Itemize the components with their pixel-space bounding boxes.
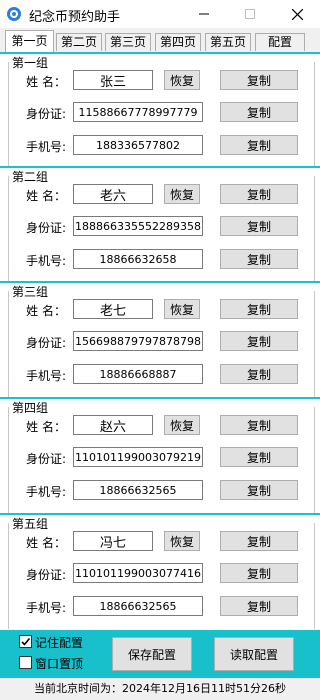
phone-field[interactable]: 188336577802 xyxy=(73,135,203,155)
id-field[interactable]: 110101199003079219 xyxy=(73,447,203,467)
footer-bar: 记住配置 窗口置顶 保存配置 读取配置 xyxy=(0,630,320,678)
maximize-button[interactable] xyxy=(227,0,273,28)
name-label: 姓 名： xyxy=(26,189,66,203)
tab-bar: 第一页 第二页 第三页 第四页 第五页 配置 xyxy=(0,28,320,52)
group-title: 第二组 xyxy=(12,170,49,184)
window-ontop-checkbox[interactable] xyxy=(19,656,32,669)
restore-button[interactable]: 恢复 xyxy=(164,415,200,435)
id-label: 身份证: xyxy=(25,336,66,350)
phone-label: 手机号: xyxy=(25,140,66,154)
name-label: 姓 名： xyxy=(26,304,66,318)
phone-label: 手机号: xyxy=(25,601,66,615)
copy-name-button[interactable]: 复制 xyxy=(220,531,298,551)
name-label: 姓 名： xyxy=(26,75,66,89)
id-field[interactable]: 156698879797878798 xyxy=(73,331,203,351)
name-label: 姓 名： xyxy=(26,536,66,550)
phone-label: 手机号: xyxy=(25,485,66,499)
copy-phone-button[interactable]: 复制 xyxy=(220,480,298,500)
tab-config[interactable]: 配置 xyxy=(255,33,305,51)
name-field[interactable]: 老六 xyxy=(73,184,153,204)
phone-field[interactable]: 18866632565 xyxy=(73,596,203,616)
group-5: 第五组 姓 名： 冯七 恢复 复制 身份证: 11010119900307741… xyxy=(0,513,320,629)
restore-button[interactable]: 恢复 xyxy=(164,184,200,204)
tab-page-3[interactable]: 第三页 xyxy=(105,33,151,51)
copy-id-button[interactable]: 复制 xyxy=(220,102,298,122)
close-button[interactable] xyxy=(274,0,320,28)
restore-button[interactable]: 恢复 xyxy=(164,299,200,319)
group-title: 第一组 xyxy=(12,56,49,70)
id-label: 身份证: xyxy=(25,452,66,466)
beijing-time-text: 当前北京时间为：2024年12月16日11时51分26秒 xyxy=(34,682,286,695)
status-bar: 当前北京时间为：2024年12月16日11时51分26秒 xyxy=(0,678,320,700)
copy-name-button[interactable]: 复制 xyxy=(220,70,298,90)
checkmark-icon xyxy=(21,637,31,646)
copy-name-button[interactable]: 复制 xyxy=(220,184,298,204)
load-config-button[interactable]: 读取配置 xyxy=(214,637,294,671)
window-ontop-label: 窗口置顶 xyxy=(35,657,84,671)
copy-id-button[interactable]: 复制 xyxy=(220,563,298,583)
group-4: 第四组 姓 名： 赵六 恢复 复制 身份证: 11010119900307921… xyxy=(0,397,320,513)
phone-field[interactable]: 18886668887 xyxy=(73,364,203,384)
copy-id-button[interactable]: 复制 xyxy=(220,216,298,236)
id-label: 身份证: xyxy=(25,221,66,235)
group-title: 第五组 xyxy=(12,517,49,531)
save-config-button[interactable]: 保存配置 xyxy=(112,637,192,671)
id-label: 身份证: xyxy=(25,107,66,121)
phone-label: 手机号: xyxy=(25,369,66,383)
tab-page-5[interactable]: 第五页 xyxy=(205,33,251,51)
id-field[interactable]: 110101199003077416 xyxy=(73,563,203,583)
tab-page-2[interactable]: 第二页 xyxy=(56,33,102,51)
tab-page-1[interactable]: 第一页 xyxy=(5,30,54,52)
minimize-button[interactable] xyxy=(181,0,227,28)
name-field[interactable]: 老七 xyxy=(73,299,153,319)
tab-page-4[interactable]: 第四页 xyxy=(155,33,201,51)
maximize-icon xyxy=(245,9,255,19)
copy-phone-button[interactable]: 复制 xyxy=(220,596,298,616)
app-icon xyxy=(7,7,21,21)
title-bar: 纪念币预约助手 xyxy=(0,0,320,28)
group-title: 第四组 xyxy=(12,401,49,415)
copy-name-button[interactable]: 复制 xyxy=(220,299,298,319)
id-label: 身份证: xyxy=(25,568,66,582)
group-2: 第二组 姓 名： 老六 恢复 复制 身份证: 18886633555228935… xyxy=(0,166,320,282)
remember-config-label: 记住配置 xyxy=(35,636,84,650)
window-title: 纪念币预约助手 xyxy=(29,10,121,25)
copy-phone-button[interactable]: 复制 xyxy=(220,135,298,155)
group-1: 第一组 姓 名： 张三 恢复 复制 身份证: 11588667778997779… xyxy=(0,52,320,168)
id-field[interactable]: 11588667778997779 xyxy=(73,102,203,122)
phone-field[interactable]: 18866632658 xyxy=(73,249,203,269)
phone-label: 手机号: xyxy=(25,254,66,268)
name-field[interactable]: 赵六 xyxy=(73,415,153,435)
copy-name-button[interactable]: 复制 xyxy=(220,415,298,435)
name-field[interactable]: 张三 xyxy=(73,70,153,90)
name-field[interactable]: 冯七 xyxy=(73,531,153,551)
group-3: 第三组 姓 名： 老七 恢复 复制 身份证: 15669887979787879… xyxy=(0,281,320,397)
minimize-icon xyxy=(199,13,209,15)
copy-phone-button[interactable]: 复制 xyxy=(220,364,298,384)
close-icon xyxy=(291,8,303,20)
group-title: 第三组 xyxy=(12,285,49,299)
main-panel: 第一组 姓 名： 张三 恢复 复制 身份证: 11588667778997779… xyxy=(0,52,320,630)
restore-button[interactable]: 恢复 xyxy=(164,531,200,551)
name-label: 姓 名： xyxy=(26,420,66,434)
copy-id-button[interactable]: 复制 xyxy=(220,447,298,467)
remember-config-checkbox[interactable] xyxy=(19,635,32,648)
id-field[interactable]: 188866335552289358 xyxy=(73,216,203,236)
copy-id-button[interactable]: 复制 xyxy=(220,331,298,351)
copy-phone-button[interactable]: 复制 xyxy=(220,249,298,269)
restore-button[interactable]: 恢复 xyxy=(164,70,200,90)
phone-field[interactable]: 18866632565 xyxy=(73,480,203,500)
